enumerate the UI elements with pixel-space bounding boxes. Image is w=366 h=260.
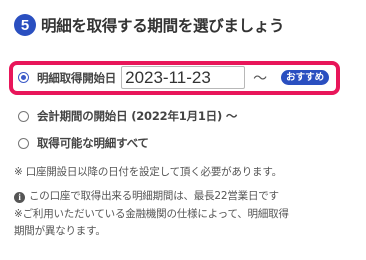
start-date-input[interactable] — [121, 66, 246, 89]
period-selection-panel: 5 明細を取得する期間を選びましょう 明細取得開始日 ～ おすすめ 会計期間の開… — [0, 0, 366, 260]
radio-selected-dot — [21, 75, 26, 80]
date-range-tilde: ～ — [253, 70, 268, 87]
date-requirement-note: ※ 口座開設日以降の日付を設定して頂く必要があります。 — [14, 166, 282, 178]
radio-all-available[interactable] — [18, 137, 29, 149]
option-all-available[interactable]: 取得可能な明細すべて — [18, 135, 149, 151]
option-fiscal-period-start[interactable]: 会計期間の開始日 (2022年1月1日) ～ — [18, 108, 237, 124]
info-note-line-3: 期間が異なります。 — [14, 225, 106, 237]
option-label-statement-start-date: 明細取得開始日 — [37, 70, 117, 85]
info-circle-icon: i — [14, 191, 25, 203]
info-note-line-2: ※ご利用いただいている金融機関の仕様によって、明細取得 — [14, 208, 289, 220]
section-title: 明細を取得する期間を選びましょう — [41, 17, 285, 35]
option-label-fiscal-period-start: 会計期間の開始日 (2022年1月1日) ～ — [37, 109, 238, 123]
info-note-line-1: i この口座で取得出来る明細期間は、最長22営業日です — [14, 188, 279, 203]
info-note-text-1: この口座で取得出来る明細期間は、最長22営業日です — [29, 190, 279, 202]
option-label-all-available: 取得可能な明細すべて — [37, 136, 149, 150]
radio-fiscal-period-start[interactable] — [18, 110, 29, 122]
step-number-badge: 5 — [14, 14, 36, 36]
option-statement-start-date[interactable]: 明細取得開始日 ～ おすすめ — [18, 66, 330, 89]
section-heading: 5 明細を取得する期間を選びましょう — [14, 14, 285, 36]
radio-statement-start-date[interactable] — [18, 72, 29, 83]
recommended-badge: おすすめ — [281, 70, 330, 85]
